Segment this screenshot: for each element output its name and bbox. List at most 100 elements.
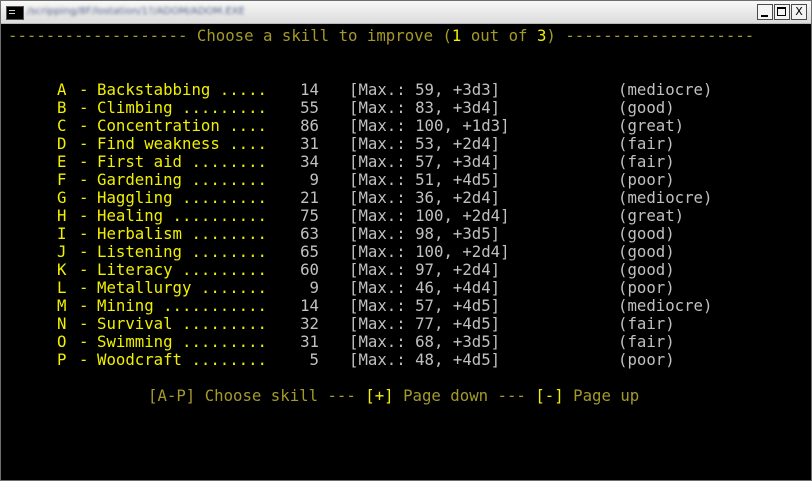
skill-key[interactable]: C — [57, 117, 66, 135]
skill-row[interactable]: O - Swimming ......... 31 [Max.: 68, +3d5] (f… — [2, 333, 810, 351]
skill-value: 32 — [300, 314, 319, 333]
skill-key-separator: - — [79, 314, 89, 333]
skill-row[interactable]: K - Literacy ......... 60 [Max.: 97, +2d4] (g… — [2, 261, 810, 279]
skill-key-separator: - — [79, 278, 89, 297]
close-button[interactable]: X — [791, 4, 807, 20]
skill-row[interactable]: J - Listening ........ 65 [Max.: 100, +2d4] (… — [2, 243, 810, 261]
skill-key-separator: - — [79, 206, 89, 225]
skill-row[interactable]: I - Herbalism ........ 63 [Max.: 98, +3d5] (g… — [2, 225, 810, 243]
skill-key-separator: - — [79, 296, 89, 315]
header-dashes-left: ------------------- — [8, 26, 188, 45]
skill-rating: (poor) — [618, 278, 675, 297]
skill-row[interactable]: F - Gardening ........ 9 [Max.: 51, +4d5] (po… — [2, 171, 810, 189]
skill-name: Healing .......... — [97, 206, 268, 225]
skill-row[interactable]: C - Concentration .... 86 [Max.: 100, +1d3] (… — [2, 117, 810, 135]
skill-name: Find weakness .... — [97, 134, 268, 153]
maximize-button[interactable] — [774, 4, 790, 20]
header-prompt: Choose a skill to improve ( — [196, 26, 452, 45]
skill-rating: (good) — [618, 98, 675, 117]
skill-name: First aid ........ — [97, 152, 268, 171]
page-down-key[interactable]: [+] — [365, 386, 393, 405]
skill-rating: (fair) — [618, 134, 675, 153]
page-up-key[interactable]: [-] — [535, 386, 563, 405]
choose-skill-label: Choose skill — [204, 386, 319, 405]
skill-rating: (fair) — [618, 332, 675, 351]
skill-max: [Max.: 57, +3d4] — [349, 152, 501, 171]
skill-row[interactable]: L - Metallurgy ....... 9 [Max.: 46, +4d4] (po… — [2, 279, 810, 297]
skill-row[interactable]: N - Survival ......... 32 [Max.: 77, +4d5] (f… — [2, 315, 810, 333]
skill-key-separator: - — [79, 98, 89, 117]
skill-max: [Max.: 53, +2d4] — [349, 134, 501, 153]
skill-value: 65 — [300, 242, 319, 261]
footer-separator: --- — [327, 386, 356, 405]
skill-key-separator: - — [79, 242, 89, 261]
skill-value: 63 — [300, 224, 319, 243]
skill-max: [Max.: 68, +3d5] — [349, 332, 501, 351]
skill-value: 14 — [300, 80, 319, 99]
skill-name: Woodcraft ........ — [97, 350, 268, 369]
skill-key[interactable]: I — [57, 225, 66, 243]
header-total-pages: 3 — [536, 26, 547, 45]
skill-key[interactable]: L — [57, 279, 66, 297]
page-down-label: Page down — [403, 386, 489, 405]
skill-name: Haggling ......... — [97, 188, 268, 207]
skill-max: [Max.: 83, +3d4] — [349, 98, 501, 117]
skill-row[interactable]: M - Mining ........... 14 [Max.: 57, +4d5] (m… — [2, 297, 810, 315]
skill-key-separator: - — [79, 350, 89, 369]
skill-max: [Max.: 77, +4d5] — [349, 314, 501, 333]
title-bar[interactable]: /scripping/8F/lostation/1?/ADOM/ADOM.EXE… — [1, 1, 811, 24]
skill-value: 60 — [300, 260, 319, 279]
skill-row[interactable]: A - Backstabbing ..... 14 [Max.: 59, +3d3] (m… — [2, 81, 810, 99]
skill-row[interactable]: E - First aid ........ 34 [Max.: 57, +3d4] (f… — [2, 153, 810, 171]
skill-name: Literacy ......... — [97, 260, 268, 279]
skill-key[interactable]: G — [57, 189, 66, 207]
skill-key[interactable]: F — [57, 171, 66, 189]
skill-key[interactable]: P — [57, 351, 66, 369]
skill-key-separator: - — [79, 332, 89, 351]
skill-max: [Max.: 51, +4d5] — [349, 170, 501, 189]
skill-row[interactable]: P - Woodcraft ........ 5 [Max.: 48, +4d5] (po… — [2, 351, 810, 369]
console-screen: ------------------- Choose a skill to im… — [2, 24, 810, 480]
header-out-of: out of — [470, 26, 528, 45]
skill-value: 14 — [300, 296, 319, 315]
skill-value: 9 — [309, 170, 319, 189]
skill-max: [Max.: 97, +2d4] — [349, 260, 501, 279]
skill-key[interactable]: J — [57, 243, 66, 261]
window-title: /scripping/8F/lostation/1?/ADOM/ADOM.EXE — [27, 6, 245, 17]
skill-key[interactable]: E — [57, 153, 66, 171]
skill-row[interactable]: H - Healing .......... 75 [Max.: 100, +2d4] (… — [2, 207, 810, 225]
skill-key[interactable]: B — [57, 99, 66, 117]
skill-value: 9 — [309, 278, 319, 297]
skill-key-separator: - — [79, 152, 89, 171]
header-close-paren: ) — [546, 26, 556, 45]
skill-max: [Max.: 98, +3d5] — [349, 224, 501, 243]
choose-skill-key[interactable]: [A-P] — [148, 386, 195, 405]
skill-value: 75 — [300, 206, 319, 225]
skill-name: Mining ........... — [97, 296, 268, 315]
skill-rating: (mediocre) — [618, 296, 713, 315]
skill-row[interactable]: B - Climbing ......... 55 [Max.: 83, +3d4] (g… — [2, 99, 810, 117]
skill-name: Swimming ......... — [97, 332, 268, 351]
skill-key[interactable]: K — [57, 261, 66, 279]
skill-key-separator: - — [79, 134, 89, 153]
skill-rating: (great) — [618, 206, 685, 225]
skill-name: Gardening ........ — [97, 170, 268, 189]
skill-value: 55 — [300, 98, 319, 117]
skill-key[interactable]: N — [57, 315, 66, 333]
skill-rating: (great) — [618, 116, 685, 135]
skill-name: Listening ........ — [97, 242, 268, 261]
skill-key[interactable]: H — [57, 207, 66, 225]
skill-row[interactable]: G - Haggling ......... 21 [Max.: 36, +2d4] (m… — [2, 189, 810, 207]
skill-name: Climbing ......... — [97, 98, 268, 117]
skill-rating: (mediocre) — [618, 188, 713, 207]
skill-max: [Max.: 48, +4d5] — [349, 350, 501, 369]
skill-key[interactable]: M — [57, 297, 66, 315]
skill-row[interactable]: D - Find weakness .... 31 [Max.: 53, +2d4] (f… — [2, 135, 810, 153]
skill-key[interactable]: D — [57, 135, 66, 153]
skill-key[interactable]: A — [57, 81, 66, 99]
skill-max: [Max.: 100, +2d4] — [349, 242, 510, 261]
minimize-button[interactable] — [757, 4, 773, 20]
skill-key-separator: - — [79, 170, 89, 189]
skill-key[interactable]: O — [57, 333, 66, 351]
skill-max: [Max.: 59, +3d3] — [349, 80, 501, 99]
